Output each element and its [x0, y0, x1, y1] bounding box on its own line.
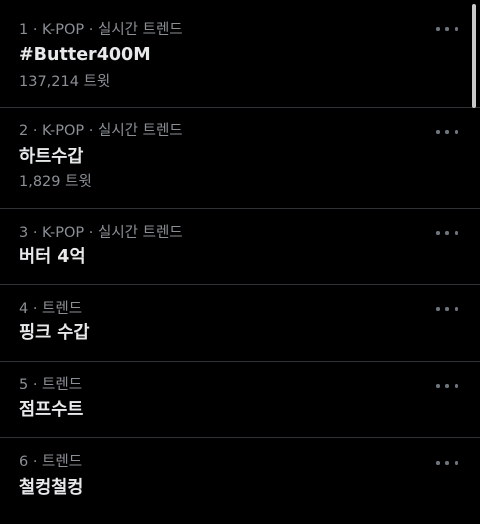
more-horizontal-icon	[454, 27, 458, 31]
trend-tweet-count: 1,829 트윗	[19, 174, 92, 190]
trend-context: 2 · K-POP · 실시간 트렌드	[19, 123, 183, 139]
more-horizontal-icon	[436, 27, 440, 31]
more-button[interactable]	[436, 125, 458, 139]
more-horizontal-icon	[454, 461, 458, 465]
more-horizontal-icon	[445, 461, 449, 465]
trend-name: 하트수갑	[19, 147, 84, 167]
more-horizontal-icon	[445, 27, 449, 31]
trend-item-6[interactable]: 6 · 트렌드 철컹철컹	[0, 438, 480, 524]
trend-context: 1 · K-POP · 실시간 트렌드	[19, 22, 183, 38]
more-horizontal-icon	[454, 231, 458, 235]
more-button[interactable]	[436, 379, 458, 393]
more-horizontal-icon	[454, 307, 458, 311]
more-horizontal-icon	[445, 307, 449, 311]
more-horizontal-icon	[445, 384, 449, 388]
more-horizontal-icon	[445, 231, 449, 235]
more-button[interactable]	[436, 22, 458, 36]
trend-item-1[interactable]: 1 · K-POP · 실시간 트렌드 #Butter400M 137,214 …	[0, 0, 480, 108]
trend-name: 점프수트	[19, 400, 84, 420]
more-horizontal-icon	[436, 307, 440, 311]
more-horizontal-icon	[436, 231, 440, 235]
trend-name: 핑크 수갑	[19, 323, 90, 343]
more-button[interactable]	[436, 226, 458, 240]
more-horizontal-icon	[436, 461, 440, 465]
trend-name: 버터 4억	[19, 247, 86, 267]
trend-item-2[interactable]: 2 · K-POP · 실시간 트렌드 하트수갑 1,829 트윗	[0, 108, 480, 209]
trend-context: 6 · 트렌드	[19, 454, 83, 470]
trend-item-5[interactable]: 5 · 트렌드 점프수트	[0, 362, 480, 438]
trend-name: #Butter400M	[19, 45, 151, 65]
trend-item-3[interactable]: 3 · K-POP · 실시간 트렌드 버터 4억	[0, 209, 480, 285]
trend-context: 4 · 트렌드	[19, 301, 83, 317]
more-horizontal-icon	[454, 384, 458, 388]
more-button[interactable]	[436, 456, 458, 470]
trend-context: 3 · K-POP · 실시간 트렌드	[19, 225, 183, 241]
more-horizontal-icon	[445, 130, 449, 134]
trend-list: 1 · K-POP · 실시간 트렌드 #Butter400M 137,214 …	[0, 0, 480, 524]
trend-name: 철컹철컹	[19, 478, 84, 498]
more-button[interactable]	[436, 302, 458, 316]
trend-context: 5 · 트렌드	[19, 377, 83, 393]
trend-tweet-count: 137,214 트윗	[19, 74, 111, 90]
trend-item-4[interactable]: 4 · 트렌드 핑크 수갑	[0, 285, 480, 362]
more-horizontal-icon	[454, 130, 458, 134]
scrollbar-thumb[interactable]	[472, 4, 476, 108]
more-horizontal-icon	[436, 130, 440, 134]
more-horizontal-icon	[436, 384, 440, 388]
